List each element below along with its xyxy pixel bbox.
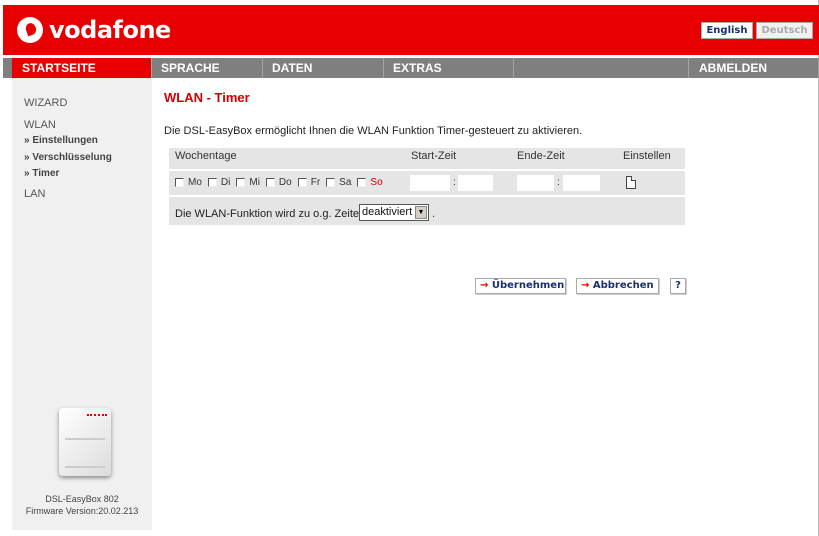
document-icon[interactable] [626,176,636,189]
checkbox[interactable] [236,178,246,187]
sidebar-item-verschluesselung[interactable]: » Verschlüsselung [24,152,112,163]
day-checkbox-do[interactable]: Do [265,177,292,188]
checkbox[interactable] [175,178,184,187]
sidebar-item-einstellungen[interactable]: » Einstellungen [24,135,98,146]
sidebar-item-timer[interactable]: » Timer [24,168,59,179]
nav-sprache[interactable]: SPRACHE [153,58,263,78]
nav-daten[interactable]: DATEN [264,58,384,78]
select-value: deaktiviert [362,206,413,218]
language-english-button[interactable]: English [701,22,753,39]
function-suffix: . [432,208,436,220]
checkbox[interactable] [207,178,217,187]
page-frame: vodafone English Deutsch STARTSEITE SPRA… [0,0,819,536]
end-colon: : [557,177,560,188]
apply-button[interactable]: → Übernehmen [475,278,566,294]
top-nav: STARTSEITE SPRACHE DATEN EXTRAS ABMELDEN [3,58,819,78]
nav-extras[interactable]: EXTRAS [385,58,514,78]
sidebar-item-lan[interactable]: LAN [24,188,45,200]
day-label: Di [220,177,231,188]
header-ende-zeit: Ende-Zeit [517,150,565,162]
nav-startseite[interactable]: STARTSEITE [12,58,152,78]
checkbox[interactable] [265,178,275,187]
checkbox[interactable] [357,178,367,187]
checkbox[interactable] [297,178,307,187]
day-checkbox-fr[interactable]: Fr [297,177,321,188]
day-checkbox-so[interactable]: So [357,177,383,188]
nav-abmelden[interactable]: ABMELDEN [691,58,819,78]
vodafone-speechmark-icon [17,17,43,43]
easybox-router-icon [59,408,111,476]
header-start-zeit: Start-Zeit [411,150,457,162]
end-minute-input[interactable] [563,175,600,191]
start-colon: : [453,177,456,188]
brand-name: vodafone [49,16,171,44]
day-label: Mo [188,177,202,188]
nav-spacer [515,58,689,78]
day-checkbox-mo[interactable]: Mo [175,177,202,188]
weekday-checkboxes: Mo Di Mi Do Fr Sa So [175,177,389,188]
end-hour-input[interactable] [517,175,554,191]
day-label: Mi [249,177,260,188]
arrow-right-icon: → [480,280,489,291]
dropdown-arrow-icon[interactable]: ▼ [415,206,427,219]
day-label: Fr [310,177,321,188]
start-hour-input[interactable] [410,175,450,191]
day-label: So [370,177,383,188]
device-image [55,406,115,478]
day-checkbox-sa[interactable]: Sa [326,177,351,188]
day-label: Sa [339,177,352,188]
help-button[interactable]: ? [670,278,686,294]
cancel-button[interactable]: → Abbrechen [576,278,659,294]
vodafone-logo[interactable]: vodafone [17,16,171,44]
cancel-label: Abbrechen [592,280,654,291]
start-minute-input[interactable] [458,175,493,191]
function-label: Die WLAN-Funktion wird zu o.g. Zeiten [175,208,366,220]
sidebar-item-wizard[interactable]: WIZARD [24,97,67,109]
header-wochentage: Wochentage [175,150,237,162]
header-bar: vodafone English Deutsch [3,5,819,55]
language-deutsch-button[interactable]: Deutsch [756,22,813,39]
firmware-version: Firmware Version:20.02.213 [25,506,139,516]
device-name: DSL-EasyBox 802 [45,494,119,504]
day-checkbox-di[interactable]: Di [207,177,231,188]
day-checkbox-mi[interactable]: Mi [236,177,260,188]
sidebar: WIZARD WLAN » Einstellungen » Verschlüss… [12,78,152,530]
header-einstellen: Einstellen [623,150,671,162]
wlan-function-select[interactable]: deaktiviert ▼ [359,204,429,221]
page-title: WLAN - Timer [164,90,250,105]
page-description: Die DSL-EasyBox ermöglicht Ihnen die WLA… [164,125,583,137]
day-label: Do [278,177,292,188]
arrow-right-icon: → [581,280,590,291]
apply-label: Übernehmen [491,280,565,291]
sidebar-item-wlan[interactable]: WLAN [24,119,56,131]
checkbox[interactable] [326,178,336,187]
